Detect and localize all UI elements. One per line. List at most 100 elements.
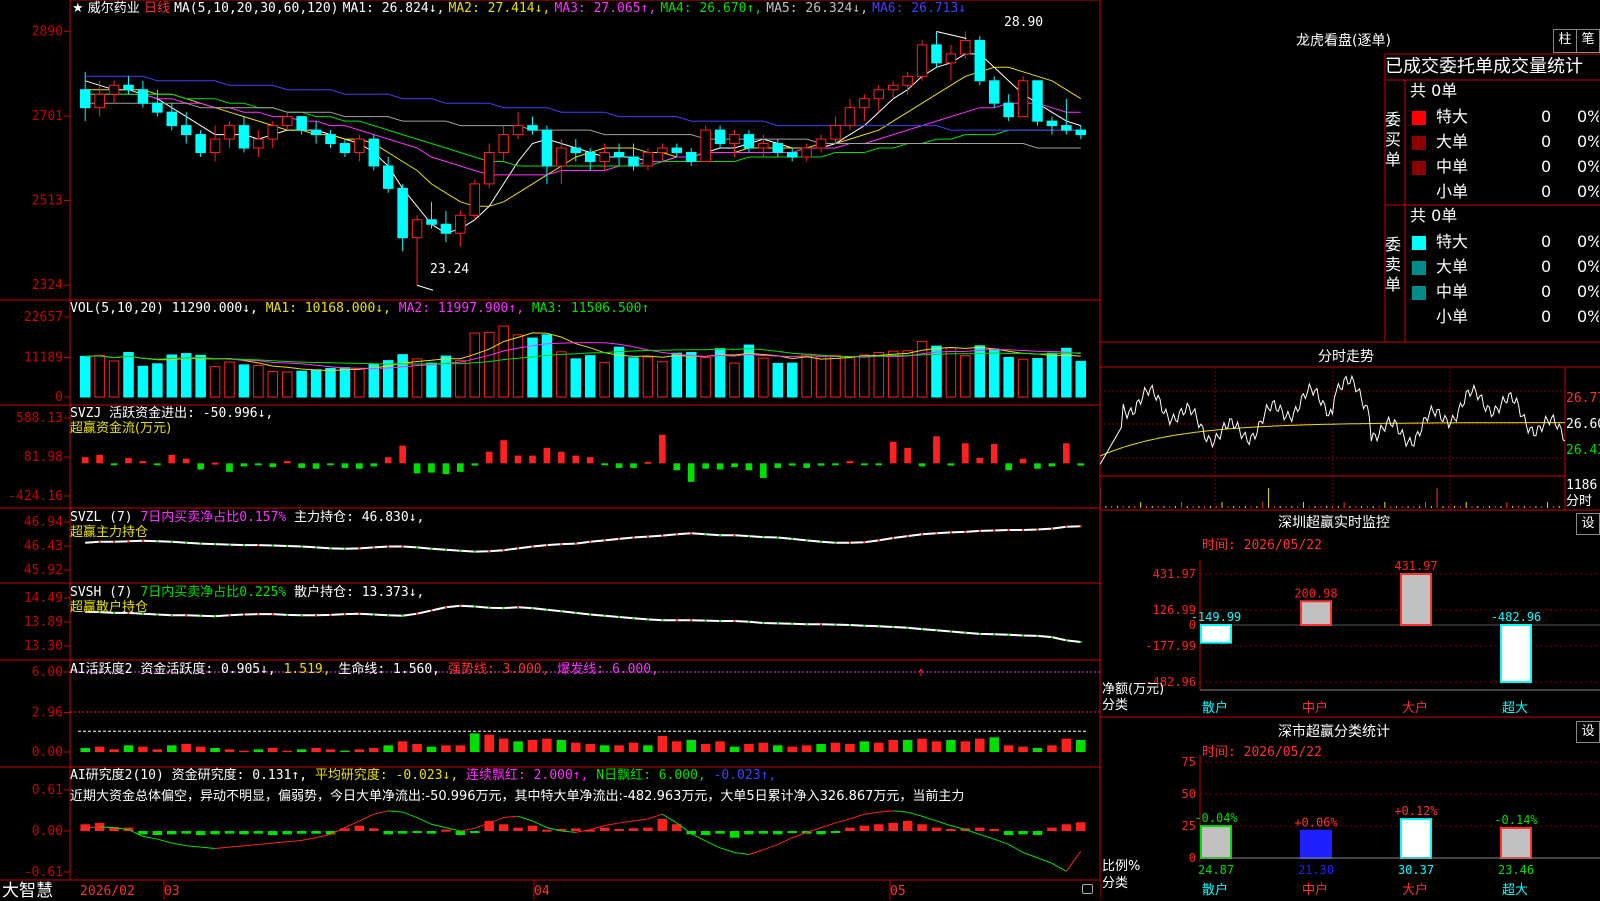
ai2-curve-segment <box>517 815 533 822</box>
candle-body <box>108 84 120 95</box>
dragon-row-value: 0 <box>1541 182 1552 201</box>
ai2-bar <box>1076 822 1086 831</box>
ma1-readout: MA1: 26.824↓, <box>342 1 445 16</box>
dragon-tabs[interactable]: 已成交委托单成交量统计 <box>1385 57 1600 77</box>
lock-icon[interactable] <box>1082 884 1093 894</box>
y-tick-main: 2701 <box>32 109 63 124</box>
ai2-curve-segment <box>258 842 273 845</box>
sz-class-pct-label: -0.14% <box>1494 813 1538 827</box>
candle-body <box>253 138 264 149</box>
candle-body <box>916 44 928 77</box>
svzl-tick-dot <box>747 535 750 538</box>
y-tick-vol: 11189 <box>24 350 63 365</box>
svzj-title: SVZJ <box>70 406 102 421</box>
svzj-header: SVZJ 活跃资金进出: -50.996↓, <box>70 406 273 421</box>
svsh-tick-dot <box>863 624 866 627</box>
volume-bar <box>1075 360 1087 398</box>
dragon-row-name: 大单 <box>1436 257 1469 276</box>
sz-monitor-settings-button[interactable]: 设 <box>1576 513 1600 535</box>
candle-body <box>988 80 1000 104</box>
sz-class-title: 深市超赢分类统计 <box>1278 724 1390 740</box>
svzl-tick-dot <box>675 533 678 536</box>
sz-class-bar <box>1200 825 1232 859</box>
ai1-bar <box>960 741 971 752</box>
svzl-tick-dot <box>502 549 505 552</box>
volume-bar <box>1003 356 1014 398</box>
ai2-bar <box>614 828 624 831</box>
candle-body <box>281 116 293 127</box>
volume-bar <box>945 347 957 398</box>
y-tick-vol: 22657 <box>24 310 63 325</box>
candle-body <box>1017 80 1029 118</box>
ai2-curve-segment <box>719 847 735 853</box>
svzj-bar <box>659 434 666 464</box>
svzl-tick-dot <box>733 534 736 537</box>
svsh-tick-dot <box>690 619 693 622</box>
svzl-tick-dot <box>1022 529 1025 531</box>
sz-class-bar-3: -0.14% 23.46 <box>1494 813 1538 877</box>
sz-class-pct-label: +0.06% <box>1294 816 1338 830</box>
bar-view-button[interactable]: 柱 <box>1553 29 1577 53</box>
ai1-bar <box>830 742 841 752</box>
dragon-row-value: 0 <box>1541 107 1552 126</box>
tick-view-button[interactable]: 笔 <box>1576 29 1600 53</box>
ai2-curve-segment <box>157 838 172 844</box>
svsh-tick-dot <box>603 614 606 617</box>
svsh-item2: 散户持仓: <box>294 585 354 600</box>
svzl-tick-dot <box>430 547 433 550</box>
period-label[interactable]: 日线 <box>144 1 170 16</box>
svzl-tick-dot <box>1079 525 1082 528</box>
candle-body <box>1075 129 1087 136</box>
candle-body <box>512 125 524 136</box>
candle-body <box>657 147 668 154</box>
sz-monitor-bar <box>1400 573 1432 626</box>
svzl-tick-dot <box>199 542 202 545</box>
svzj-bar <box>615 463 623 468</box>
sz-class-settings-button[interactable]: 设 <box>1576 721 1600 743</box>
ai2-curve-segment <box>489 817 504 824</box>
svsh-tick-dot <box>300 614 303 617</box>
sell-orders-label: 委卖单 <box>1384 235 1401 294</box>
svzj-bar <box>269 463 277 468</box>
star-icon[interactable]: ★ <box>72 1 84 16</box>
ai1-bar <box>94 746 105 752</box>
candle-body <box>79 89 91 109</box>
svzj-bar <box>774 463 782 468</box>
vol-ma3: MA3: 11506.500↑ <box>531 301 650 316</box>
ma3-readout: MA3: 27.065↑, <box>554 1 657 16</box>
volume-bar <box>772 362 784 398</box>
svzj-bar <box>976 457 984 464</box>
vol-ma1: MA1: 10168.000↓, <box>265 301 391 316</box>
candle-body <box>180 125 192 136</box>
svsh-tick-dot <box>531 607 534 610</box>
ai1-bar <box>744 744 754 752</box>
y-tick-ai1: 6.00 <box>32 665 63 680</box>
volume-bar <box>426 362 437 398</box>
main-header: ★ 威尔药业 日线 MA(5,10,20,30,60,120) MA1: 26.… <box>72 1 966 16</box>
svsh-tick-dot <box>993 633 996 636</box>
ai1-bar <box>628 742 639 752</box>
low-price-label: 23.24 <box>430 262 470 277</box>
svzj-bar <box>110 463 118 466</box>
svzl-tick-dot <box>416 546 419 549</box>
ai2-curve-segment <box>1065 850 1082 872</box>
volume-bar <box>166 354 178 398</box>
svzl-tick-dot <box>127 540 130 543</box>
ai2-curve-segment <box>864 811 879 815</box>
ai2-bar <box>455 831 466 836</box>
ai1-bar <box>975 738 985 752</box>
svzj-bar <box>543 447 551 464</box>
svzj-bar <box>197 463 204 470</box>
svsh-tick-dot <box>964 631 967 634</box>
candle-body <box>325 134 336 145</box>
candle-body <box>743 134 755 149</box>
svsh-tick-dot <box>848 624 851 627</box>
ai2-curve-segment <box>287 839 302 843</box>
candle-body <box>455 214 466 234</box>
svzl-tick-dot <box>646 535 649 538</box>
sz-monitor-bar-0: -149.99 <box>1191 610 1241 644</box>
svzj-subtitle: 超赢资金流(万元) <box>70 421 172 436</box>
left-chart-area[interactable]: 2890 2701 2513 2324 22657 11189 0 588.13 81.98 -4… <box>0 0 1100 900</box>
svzl-tick-dot <box>459 549 462 552</box>
ai2-bar <box>845 827 855 831</box>
